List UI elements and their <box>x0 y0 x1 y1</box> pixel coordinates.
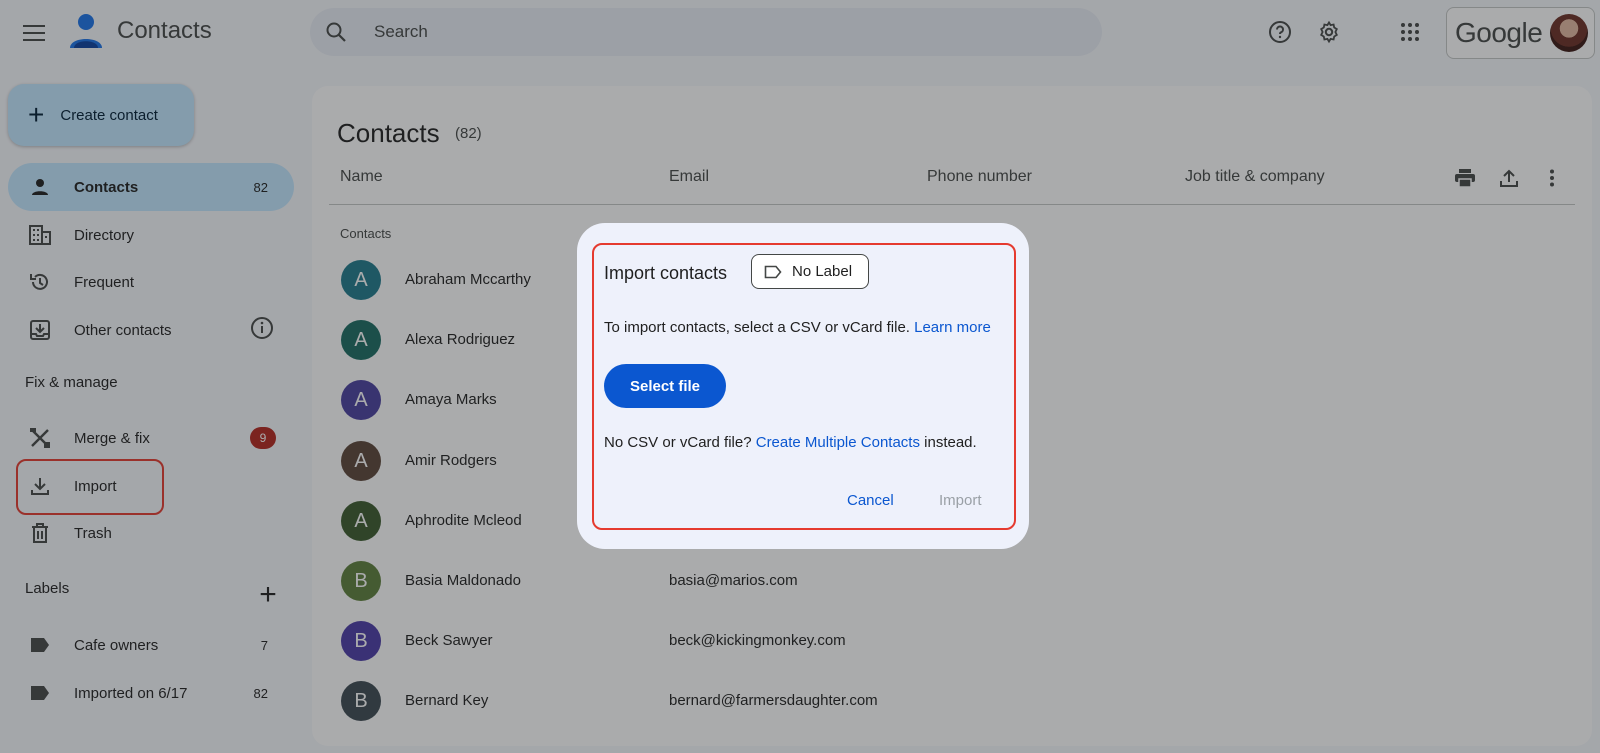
create-multiple-contacts-link[interactable]: Create Multiple Contacts <box>756 434 920 451</box>
label-outline-icon <box>764 265 782 279</box>
label-chip-text: No Label <box>792 263 853 280</box>
dialog-title: Import contacts <box>604 263 728 283</box>
alt-suffix-text: instead. <box>924 434 977 451</box>
alt-prefix-text: No CSV or vCard file? <box>604 434 752 451</box>
import-button[interactable]: Import <box>939 492 982 509</box>
label-select-chip[interactable]: No Label <box>751 254 869 289</box>
description-text: To import contacts, select a CSV or vCar… <box>604 319 910 336</box>
dialog-alternative-text: No CSV or vCard file? Create Multiple Co… <box>604 434 977 451</box>
learn-more-link[interactable]: Learn more <box>914 319 991 336</box>
select-file-button[interactable]: Select file <box>604 364 726 408</box>
dialog-description: To import contacts, select a CSV or vCar… <box>604 319 991 336</box>
cancel-button[interactable]: Cancel <box>847 492 894 509</box>
